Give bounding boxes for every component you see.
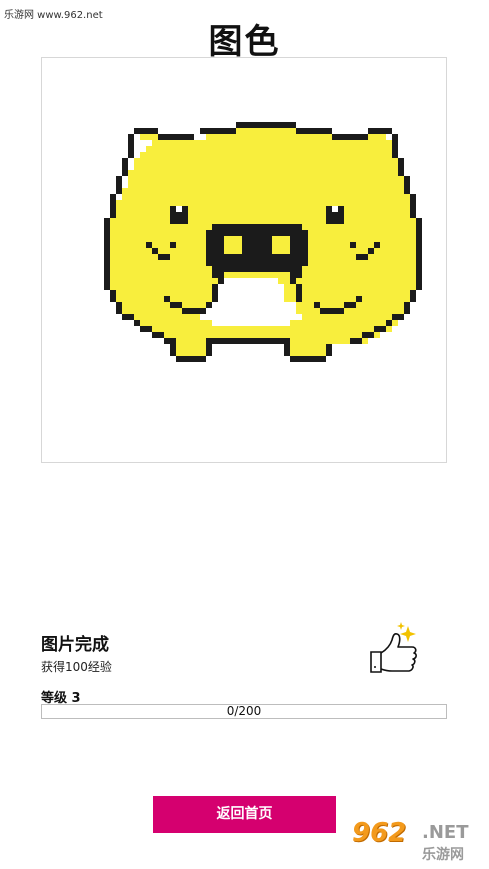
logo-digits: 962 — [352, 818, 407, 848]
return-home-button[interactable]: 返回首页 — [153, 796, 336, 833]
artwork-frame — [41, 57, 447, 463]
logo-suffix: .NET — [422, 822, 469, 843]
pixel-pig-artwork — [104, 122, 422, 362]
belly — [224, 278, 278, 284]
experience-progress-text: 0/200 — [226, 704, 262, 718]
page-title: 图色 — [208, 22, 281, 62]
snout — [212, 224, 302, 230]
completion-screen: 乐游网 www.962.net 图色 图片完成 获得100经验 等级 3 0/2… — [0, 0, 489, 869]
completion-title: 图片完成 — [41, 635, 109, 655]
experience-progress-bar: 0/200 — [41, 704, 447, 719]
thumbs-up-icon — [368, 620, 422, 676]
experience-reward-text: 获得100经验 — [41, 660, 112, 674]
site-logo-watermark: 962 .NET 乐游网 — [352, 818, 484, 864]
logo-subtitle: 乐游网 — [422, 847, 464, 863]
